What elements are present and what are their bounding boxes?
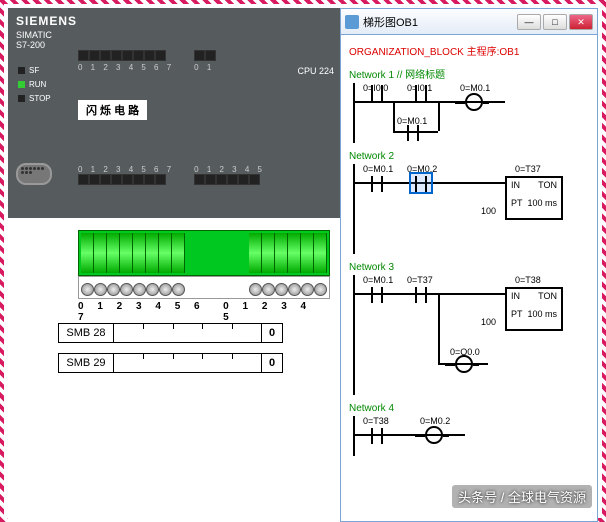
ladder-window: 梯形图OB1 — □ ✕ ORGANIZATION_BLOCK 主程序:OB1 …: [340, 8, 598, 522]
titlebar[interactable]: 梯形图OB1 — □ ✕: [341, 9, 597, 35]
watermark: 头条号 / 全球电气资源: [452, 485, 592, 508]
simulator-panel: SIEMENS SIMATIC S7-200 SF RUN STOP 0 1 2…: [8, 8, 344, 522]
brand-logo: SIEMENS: [16, 14, 77, 28]
serial-port: [16, 163, 52, 185]
terminal-block: 0 1 2 3 4 5 6 7 0 1 2 3 4 5: [78, 230, 330, 323]
ladder-editor[interactable]: ORGANIZATION_BLOCK 主程序:OB1 Network 1 // …: [341, 35, 597, 519]
network-2-label: Network 2: [349, 151, 589, 162]
minimize-button[interactable]: —: [517, 14, 541, 30]
network-2[interactable]: 0=M0.1 0=M0.2 0=T37 INTON PT100 ms 100: [353, 164, 589, 254]
network-3-label: Network 3: [349, 262, 589, 273]
status-leds: SF RUN STOP: [18, 64, 51, 106]
app-icon: [345, 15, 359, 29]
network-4[interactable]: 0=T38 0=M0.2: [353, 416, 589, 456]
input-indicators: 0 1 2 3 4 5 6 7 0 1: [78, 50, 216, 72]
window-title: 梯形图OB1: [363, 14, 418, 30]
output-indicators: 0 1 2 3 4 5 6 7 0 1 2 3 4 5: [78, 163, 265, 185]
network-4-label: Network 4: [349, 403, 589, 414]
program-display: 闪 烁 电 路: [78, 100, 147, 120]
maximize-button[interactable]: □: [543, 14, 567, 30]
model-label: SIMATIC S7-200: [16, 30, 52, 50]
plc-module: SIEMENS SIMATIC S7-200 SF RUN STOP 0 1 2…: [8, 8, 344, 218]
ob-header: ORGANIZATION_BLOCK 主程序:OB1: [349, 43, 589, 58]
network-3[interactable]: 0=M0.1 0=T37 0=T38 INTON PT100 ms 100 0=…: [353, 275, 589, 395]
smb28-slider[interactable]: SMB 28 0: [58, 323, 283, 343]
smb29-slider[interactable]: SMB 29 0: [58, 353, 283, 373]
cpu-label: CPU 224: [297, 66, 334, 76]
close-button[interactable]: ✕: [569, 14, 593, 30]
network-1-label: Network 1 // 网络标题: [349, 66, 589, 81]
network-1[interactable]: 0=I0.0 0=I0.1 0=M0.1 0=M0.1: [353, 83, 589, 143]
